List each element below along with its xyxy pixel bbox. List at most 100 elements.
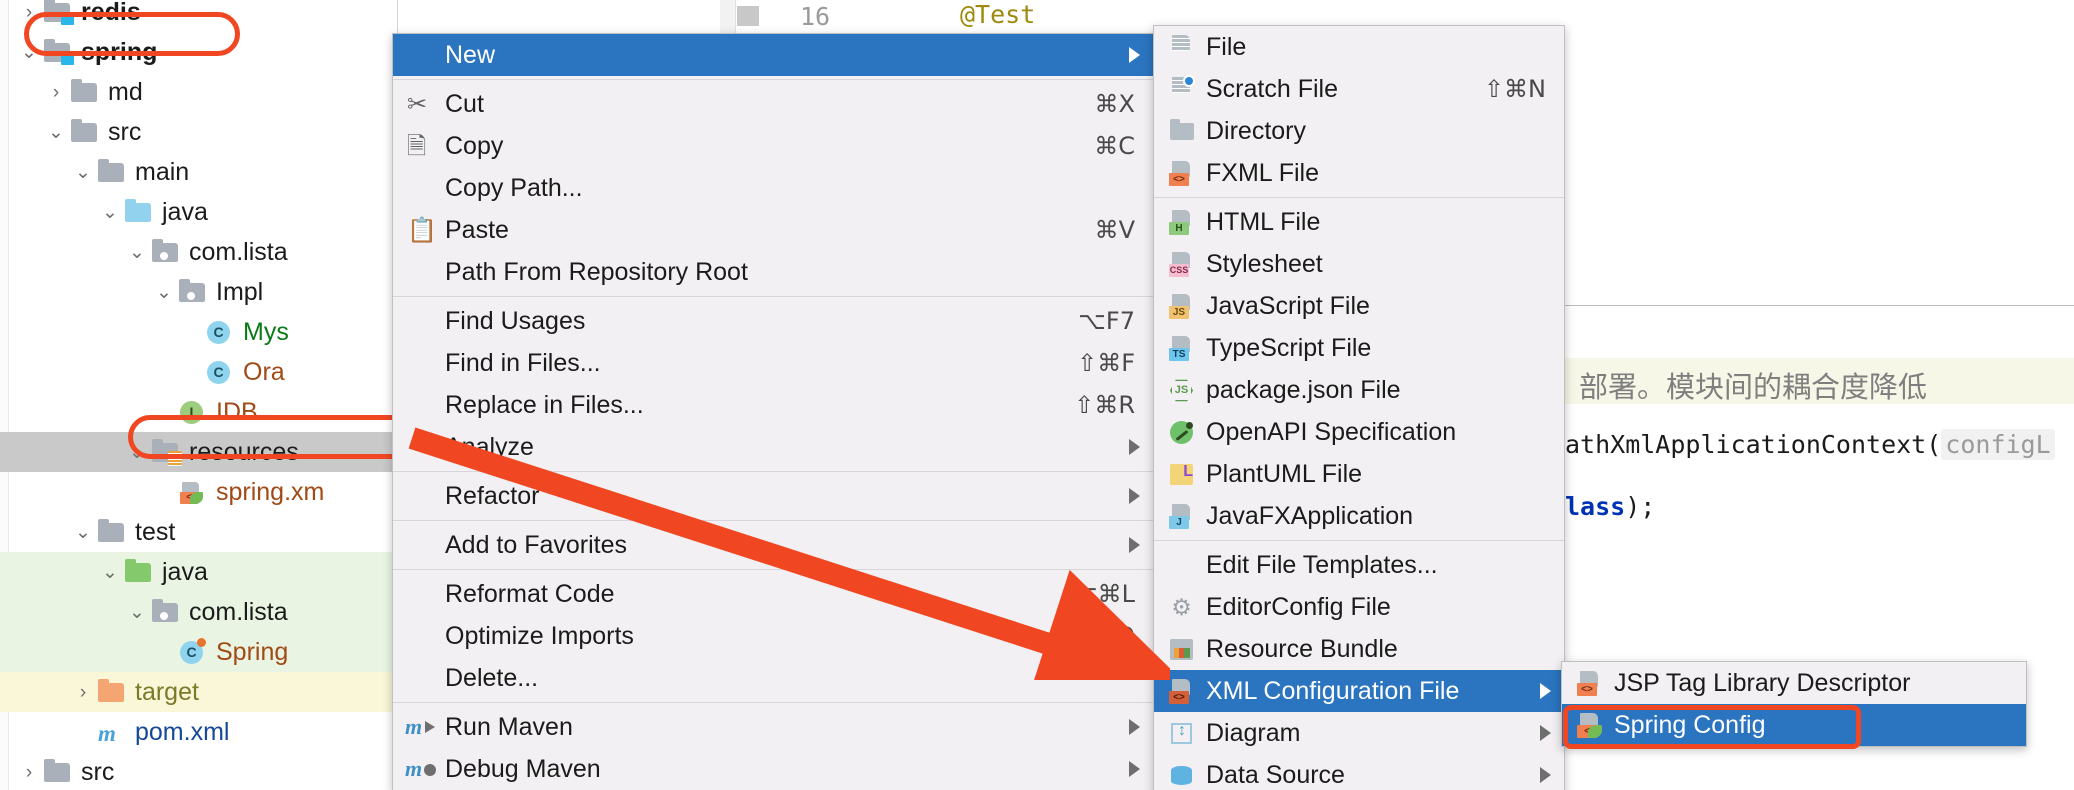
menu-item-html-file[interactable]: H HTML File [1154, 201, 1564, 243]
chevron-right-icon[interactable]: › [43, 83, 69, 102]
menu-icon-placeholder [405, 665, 435, 691]
menu-item-run-maven[interactable]: m Run Maven [393, 706, 1153, 748]
menu-item-data-source[interactable]: Data Source [1154, 754, 1564, 790]
tree-row[interactable]: ⌄ java [0, 552, 398, 592]
menu-item-debug-maven[interactable]: m Debug Maven [393, 748, 1153, 790]
code-keyword: lass [1565, 492, 1626, 521]
menu-icon-placeholder [405, 259, 435, 285]
tree-row[interactable]: › target [0, 672, 398, 712]
context-menu[interactable]: New ✂ Cut ⌘X 🗎 Copy ⌘C Copy Path... 📋 Paste ⌘V Path… [392, 33, 1154, 790]
menu-item-copy[interactable]: 🗎 Copy ⌘C [393, 125, 1153, 167]
menu-item-label: Path From Repository Root [445, 257, 748, 286]
tree-row[interactable]: C Mys [0, 312, 398, 352]
menu-item-file[interactable]: File [1154, 26, 1564, 68]
menu-item-label: Copy Path... [445, 173, 583, 202]
menu-item-package-json-file[interactable]: JS package.json File [1154, 369, 1564, 411]
menu-item-shortcut: ⌘X [1094, 90, 1135, 118]
menu-item-delete[interactable]: Delete... [393, 657, 1153, 699]
menu-item-label: Add to Favorites [445, 530, 628, 559]
chevron-right-icon[interactable]: › [70, 683, 96, 702]
menu-item-analyze[interactable]: Analyze [393, 426, 1153, 468]
spring-class-icon: C [177, 638, 207, 665]
tree-row[interactable]: ⌄ src [0, 112, 398, 152]
tree-row[interactable]: ⌄ main [0, 152, 398, 192]
menu-item-path-from-repository-root[interactable]: Path From Repository Root [393, 251, 1153, 293]
menu-item-plantuml-file[interactable]: PlantUML File [1154, 453, 1564, 495]
editor-chinese-comment: 、部署。模块间的耦合度降低 [1550, 370, 1928, 404]
menu-item-copy-path[interactable]: Copy Path... [393, 167, 1153, 209]
chevron-right-icon[interactable]: › [16, 763, 42, 782]
folder-icon [42, 759, 72, 785]
new-submenu[interactable]: File Scratch File ⇧⌘N Directory <> FXML File H… [1153, 25, 1565, 790]
menu-item-optimize-imports[interactable]: Optimize Imports ⌃⌥O [393, 615, 1153, 657]
tree-row[interactable]: › src [0, 752, 398, 790]
javafx-icon: J [1166, 503, 1196, 529]
tree-row[interactable]: ⌄ com.lista [0, 232, 398, 272]
chevron-down-icon[interactable]: ⌄ [70, 523, 96, 542]
maven-debug-icon: m [405, 756, 436, 782]
menu-item-javascript-file[interactable]: JS JavaScript File [1154, 285, 1564, 327]
menu-item-refactor[interactable]: Refactor [393, 475, 1153, 517]
chevron-down-icon[interactable]: ⌄ [124, 603, 150, 622]
chevron-down-icon[interactable]: ⌄ [124, 243, 150, 262]
menu-item-find-usages[interactable]: Find Usages ⌥F7 [393, 300, 1153, 342]
menu-item-jsp-tag-library-descriptor[interactable]: <> JSP Tag Library Descriptor [1562, 662, 2026, 704]
menu-item-label: FXML File [1206, 158, 1319, 187]
menu-item-stylesheet[interactable]: CSS Stylesheet [1154, 243, 1564, 285]
menu-item-scratch-file[interactable]: Scratch File ⇧⌘N [1154, 68, 1564, 110]
menu-item-xml-configuration-file[interactable]: <> XML Configuration File [1154, 670, 1564, 712]
chevron-down-icon[interactable]: ⌄ [97, 203, 123, 222]
tree-row-label: src [108, 117, 142, 146]
menu-item-find-in-files[interactable]: Find in Files... ⇧⌘F [393, 342, 1153, 384]
tree-row-label: java [162, 557, 208, 586]
chevron-down-icon[interactable]: ⌄ [43, 123, 69, 142]
submenu-arrow-icon [1129, 47, 1140, 63]
menu-item-add-to-favorites[interactable]: Add to Favorites [393, 524, 1153, 566]
menu-item-label: Directory [1206, 116, 1307, 145]
tree-row[interactable]: ⌄ Impl [0, 272, 398, 312]
tree-row[interactable]: ⌄ java [0, 192, 398, 232]
menu-item-new[interactable]: New [393, 34, 1153, 76]
maven-run-icon: m [405, 714, 435, 740]
scratch-file-icon [1166, 75, 1196, 102]
jsp-tld-icon: <> [1574, 670, 1604, 696]
tree-row[interactable]: ⌄ com.lista [0, 592, 398, 632]
menu-item-shortcut: ⇧⌘R [1074, 391, 1135, 419]
menu-item-openapi-specification[interactable]: OpenAPI Specification [1154, 411, 1564, 453]
menu-icon-placeholder [405, 581, 435, 607]
code-text: athXmlApplicationContext( [1565, 430, 1942, 459]
tree-row[interactable]: m pom.xml [0, 712, 398, 752]
menu-item-label: package.json File [1206, 375, 1401, 404]
menu-item-diagram[interactable]: Diagram [1154, 712, 1564, 754]
menu-item-javafxapplication[interactable]: J JavaFXApplication [1154, 495, 1564, 537]
menu-item-reformat-code[interactable]: Reformat Code ⌥⌘L [393, 573, 1153, 615]
menu-item-directory[interactable]: Directory [1154, 110, 1564, 152]
tree-row[interactable]: › md [0, 72, 398, 112]
menu-item-typescript-file[interactable]: TS TypeScript File [1154, 327, 1564, 369]
menu-item-paste[interactable]: 📋 Paste ⌘V [393, 209, 1153, 251]
submenu-arrow-icon [1540, 767, 1551, 783]
menu-item-fxml-file[interactable]: <> FXML File [1154, 152, 1564, 194]
menu-item-label: Run Maven [445, 712, 573, 741]
menu-item-replace-in-files[interactable]: Replace in Files... ⇧⌘R [393, 384, 1153, 426]
tree-row-label: pom.xml [135, 717, 230, 746]
project-tree-panel[interactable]: › redis ⌄ spring › md ⌄ src ⌄ main ⌄ java ⌄ com.lista… [0, 0, 398, 790]
tree-row[interactable]: C Spring [0, 632, 398, 672]
editor-annotation-test: @Test [960, 0, 1036, 29]
menu-item-label: Data Source [1206, 760, 1345, 789]
menu-item-editorconfig-file[interactable]: ⚙ EditorConfig File [1154, 586, 1564, 628]
submenu-arrow-icon [1540, 683, 1551, 699]
tree-row[interactable]: ⌄ test [0, 512, 398, 552]
menu-item-resource-bundle[interactable]: Resource Bundle [1154, 628, 1564, 670]
menu-item-cut[interactable]: ✂ Cut ⌘X [393, 83, 1153, 125]
tree-row-label: Impl [216, 277, 264, 306]
tree-row-label: src [81, 757, 115, 786]
tree-row[interactable]: < spring.xm [0, 472, 398, 512]
menu-icon-placeholder [1166, 552, 1196, 578]
menu-item-shortcut: ⌃⌥O [1068, 622, 1135, 650]
tree-row[interactable]: C Ora [0, 352, 398, 392]
chevron-down-icon[interactable]: ⌄ [70, 163, 96, 182]
menu-item-edit-file-templates[interactable]: Edit File Templates... [1154, 544, 1564, 586]
chevron-down-icon[interactable]: ⌄ [151, 283, 177, 302]
chevron-down-icon[interactable]: ⌄ [97, 563, 123, 582]
